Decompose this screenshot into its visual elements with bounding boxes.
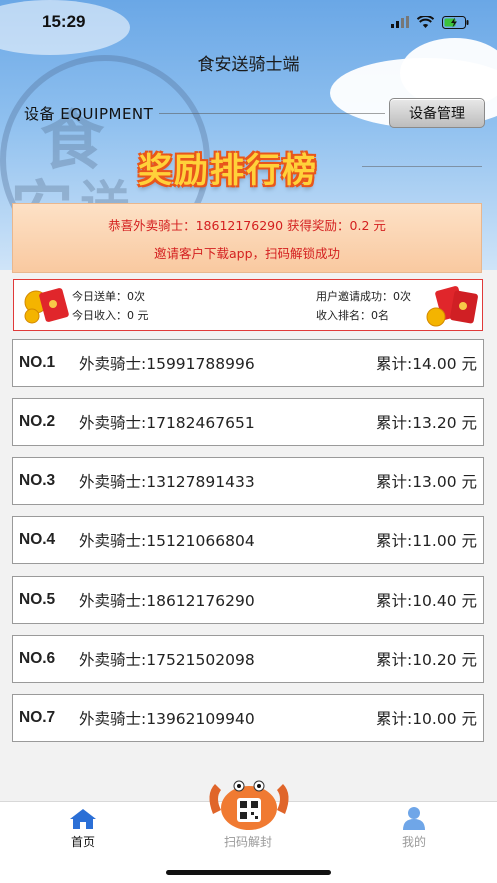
rank-number: NO.1: [19, 354, 56, 371]
rider-total: 累计:14.00 元: [375, 355, 477, 373]
equipment-manage-button[interactable]: 设备管理: [389, 98, 485, 128]
stats-panel: 今日送单：0次 今日收入：0 元 用户邀请成功：0次 收入排名：0名: [13, 279, 483, 331]
red-envelope-icon: [426, 286, 478, 327]
tab-home[interactable]: 首页: [23, 802, 143, 862]
invite-success-count: 用户邀请成功：0次: [316, 290, 411, 303]
rider-total: 累计:11.00 元: [375, 532, 477, 550]
rider-name: 外卖骑士:13127891433: [79, 473, 255, 491]
rider-name: 外卖骑士:18612176290: [79, 592, 255, 610]
equipment-row: 设备 EQUIPMENT 设备管理: [24, 98, 485, 128]
ranking-row[interactable]: NO.4 外卖骑士:15121066804 累计:11.00 元: [12, 516, 484, 564]
rank-number: NO.5: [19, 591, 56, 608]
rider-total: 累计:13.20 元: [375, 414, 477, 432]
notice-line-invite: 邀请客户下载app，扫码解锁成功: [153, 245, 341, 261]
home-icon: [70, 809, 96, 829]
signal-icon: [391, 16, 409, 28]
rank-number: NO.2: [19, 413, 56, 430]
status-time: 15:29: [42, 12, 86, 31]
ranking-row[interactable]: NO.5 外卖骑士:18612176290 累计:10.40 元: [12, 576, 484, 624]
tab-label: 我的: [401, 835, 426, 849]
reward-notice: 恭喜外卖骑士：18612176290 获得奖励：0.2 元 邀请客户下载app，…: [12, 203, 482, 273]
rank-number: NO.6: [19, 650, 56, 667]
rider-name: 外卖骑士:17182467651: [79, 414, 255, 432]
tab-label: 扫码解封: [223, 835, 272, 849]
home-indicator: [166, 870, 331, 875]
rider-total: 累计:10.40 元: [375, 592, 477, 610]
today-orders: 今日送单：0次: [72, 290, 145, 303]
ranking-row[interactable]: NO.6 外卖骑士:17521502098 累计:10.20 元: [12, 635, 484, 683]
ranking-row[interactable]: NO.7 外卖骑士:13962109940 累计:10.00 元: [12, 694, 484, 742]
income-rank: 收入排名：0名: [316, 309, 389, 322]
rank-number: NO.7: [19, 709, 56, 726]
rider-total: 累计:10.20 元: [375, 651, 477, 669]
page-title: 食安送骑士端: [197, 55, 300, 75]
crab-qr-icon[interactable]: [203, 774, 295, 832]
status-bar: 15:29: [0, 0, 497, 44]
user-icon: [403, 807, 425, 830]
rider-name: 外卖骑士:17521502098: [79, 651, 255, 669]
red-envelope-icon: [24, 288, 69, 324]
rider-name: 外卖骑士:15121066804: [79, 532, 255, 550]
rider-name: 外卖骑士:15991788996: [79, 355, 255, 373]
divider: [362, 166, 482, 167]
rider-name: 外卖骑士:13962109940: [79, 710, 255, 728]
equipment-label: 设备 EQUIPMENT: [24, 104, 154, 123]
rank-number: NO.4: [19, 531, 56, 548]
ranking-row[interactable]: NO.3 外卖骑士:13127891433 累计:13.00 元: [12, 457, 484, 505]
today-income: 今日收入：0 元: [72, 309, 149, 322]
status-icons: [391, 15, 469, 29]
rider-total: 累计:13.00 元: [375, 473, 477, 491]
wifi-icon: [417, 16, 434, 28]
notice-line-reward: 恭喜外卖骑士：18612176290 获得奖励：0.2 元: [108, 217, 386, 233]
battery-charging-icon: [442, 15, 469, 29]
divider: [159, 112, 385, 114]
ranking-row[interactable]: NO.2 外卖骑士:17182467651 累计:13.20 元: [12, 398, 484, 446]
rank-number: NO.3: [19, 472, 56, 489]
ranking-title: 奖励排行榜: [138, 151, 318, 191]
tab-profile[interactable]: 我的: [354, 802, 474, 862]
tab-label: 首页: [70, 835, 95, 849]
rider-total: 累计:10.00 元: [375, 710, 477, 728]
ranking-row[interactable]: NO.1 外卖骑士:15991788996 累计:14.00 元: [12, 339, 484, 387]
